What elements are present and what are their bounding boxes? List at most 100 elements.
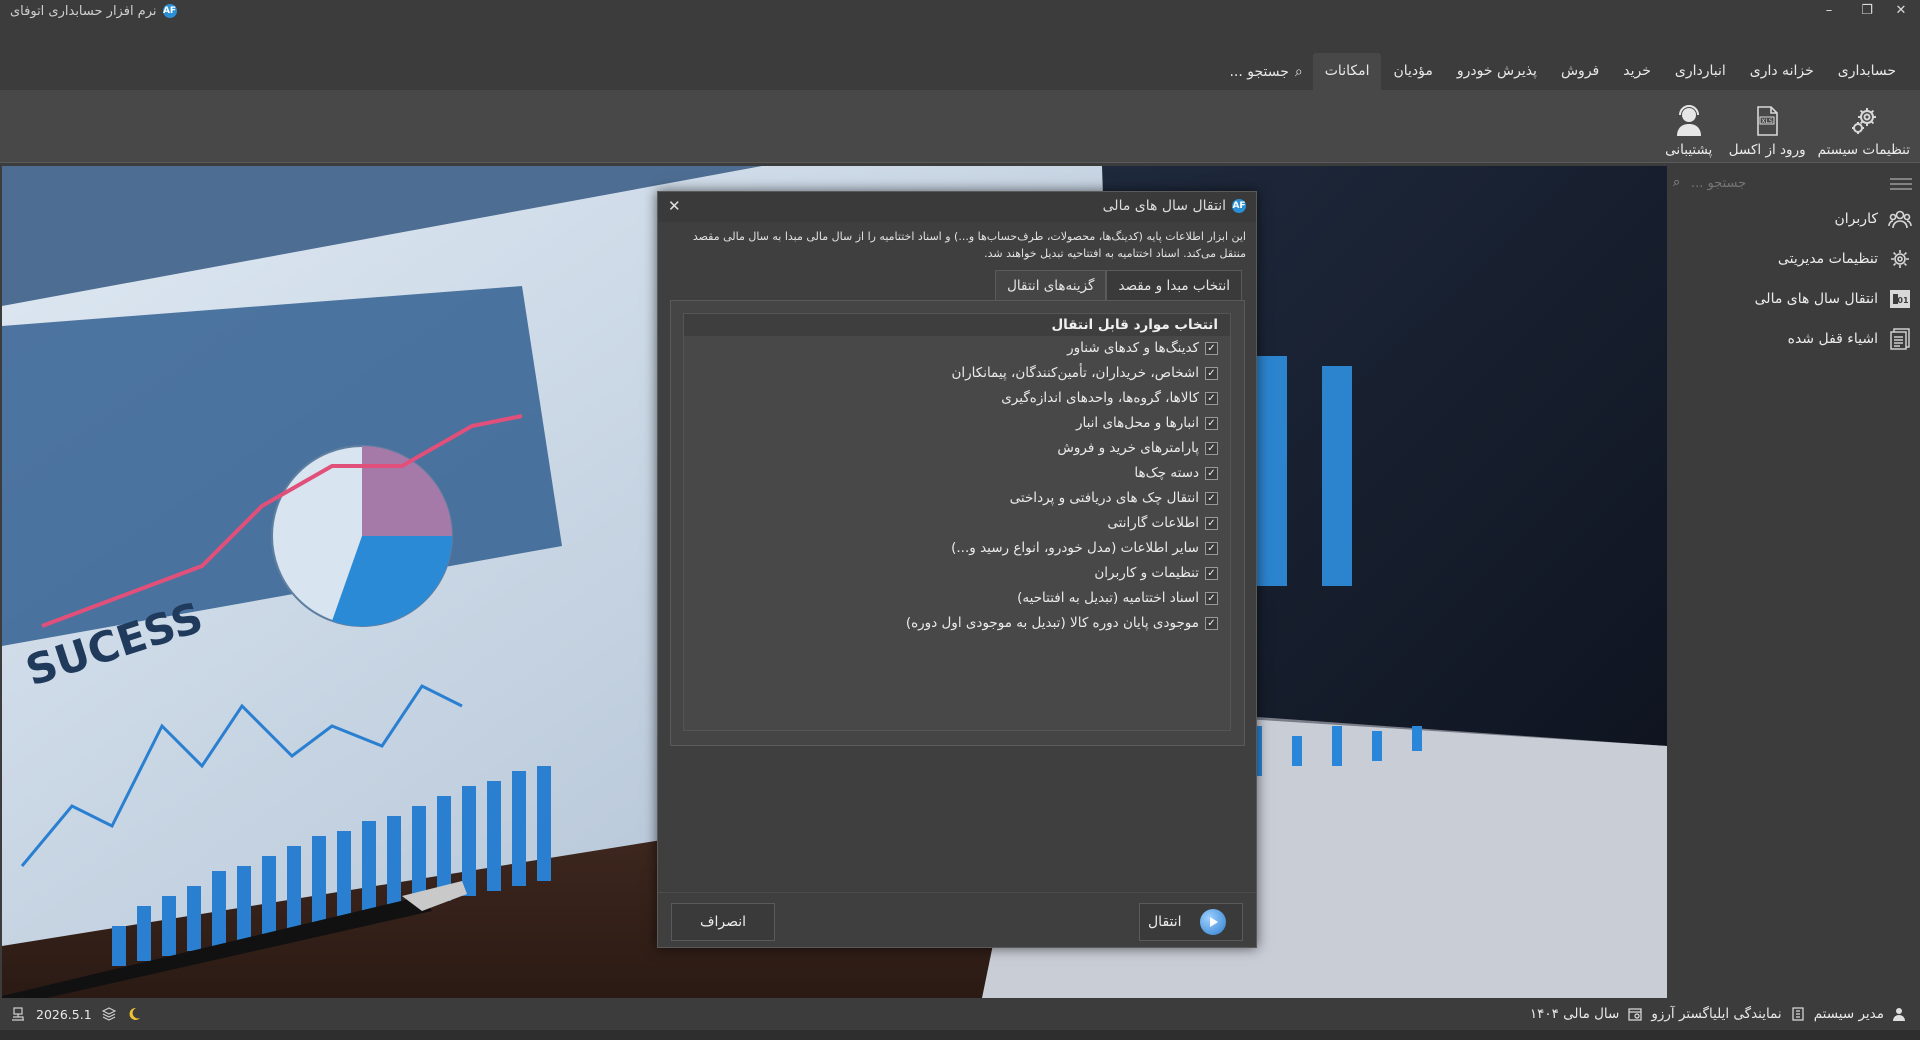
tab-source-destination[interactable]: انتخاب مبدا و مقصد [1106,270,1242,300]
checkbox[interactable]: ✓ [1205,391,1218,405]
tab-panel-transfer-options: انتخاب موارد قابل انتقال ✓ کدینگ‌ها و کد… [670,300,1245,746]
sidebar-item-locked-objects[interactable]: اشیاء قفل شده [1788,324,1912,354]
checkbox[interactable]: ✓ [1205,366,1218,380]
checkbox[interactable]: ✓ [1205,416,1218,430]
dialog-title-group: AF انتقال سال های مالی [1103,198,1246,214]
sidebar-item-label: کاربران [1834,211,1878,227]
tab-transfer-options[interactable]: گزینه‌های انتقال [995,270,1107,300]
list-item-goods[interactable]: ✓ کالاها، گروه‌ها، واحدهای اندازه‌گیری [1001,388,1218,408]
list-item-codings[interactable]: ✓ کدینگ‌ها و کدهای شناور [1067,338,1218,358]
menu-bar: حسابداری خزانه داری انبارداری خرید فروش … [0,53,1920,90]
status-right-group: مدیر سیستم نمایندگی ایلیاگستر آرزو سال م… [1530,998,1906,1030]
title-bar: AF نرم افزار حسابداری اتوفای – ❐ ✕ [0,0,1920,22]
checkbox[interactable]: ✓ [1205,516,1218,530]
checkbox[interactable]: ✓ [1205,591,1218,605]
list-item-purchase-sales-params[interactable]: ✓ پارامترهای خرید و فروش [1057,438,1218,458]
dialog-close-icon[interactable]: ✕ [668,197,681,215]
side-search: ⌕ [1667,171,1920,195]
list-item-cheques[interactable]: ✓ انتقال چک های دریافتی و پرداختی [1010,488,1218,508]
status-agency: نمایندگی ایلیاگستر آرزو [1651,1006,1782,1022]
checkbox[interactable]: ✓ [1205,466,1218,480]
svg-text:XLS: XLS [1762,118,1773,125]
checkbox[interactable]: ✓ [1205,341,1218,355]
minimize-button[interactable]: – [1812,1,1846,21]
list-item-label: اسناد اختتامیه (تبدیل به افتتاحیه) [1017,590,1199,606]
cancel-button[interactable]: انصراف [671,903,775,941]
dialog-tabs: انتخاب مبدا و مقصد گزینه‌های انتقال [995,270,1242,300]
list-item-label: دسته چک‌ها [1134,465,1199,481]
excel-import-button[interactable]: XLS ورود از اکسل [1727,96,1808,158]
network-icon[interactable] [10,1007,26,1021]
excel-file-icon: XLS [1757,106,1778,136]
menu-treasury[interactable]: خزانه داری [1738,53,1826,90]
menu-warehouse[interactable]: انبارداری [1663,53,1738,90]
hamburger-menu-icon[interactable] [1890,177,1912,191]
checkbox[interactable]: ✓ [1205,441,1218,455]
search-icon: ⌕ [1294,63,1303,80]
system-settings-button[interactable]: تنظیمات سیستم [1816,96,1912,158]
user-icon [1893,1008,1905,1021]
ribbon-buttons: تنظیمات سیستم XLS ورود از اکسل پشتیبانی [1659,96,1912,158]
support-button[interactable]: پشتیبانی [1659,96,1719,158]
list-item-persons[interactable]: ✓ اشخاص، خریداران، تأمین‌کنندگان، پیمانک… [951,363,1218,383]
menu-taxpayers[interactable]: مؤدیان [1381,53,1444,90]
bottom-strip [0,1030,1920,1040]
menu-vehicle-reception[interactable]: پذیرش خودرو [1445,53,1549,90]
search-icon: ⌕ [1673,175,1681,190]
app-title: نرم افزار حسابداری اتوفای [10,3,157,19]
list-header: انتخاب موارد قابل انتقال [684,314,1230,336]
sidebar-item-fiscal-transfer[interactable]: 01 انتقال سال های مالی [1755,284,1912,314]
dialog-logo-icon: AF [1232,199,1246,213]
list-item-settings-users[interactable]: ✓ تنظیمات و کاربران [1094,563,1218,583]
menu-facilities[interactable]: امکانات [1312,53,1382,90]
fiscal-transfer-dialog: AF انتقال سال های مالی ✕ این ابزار اطلاع… [657,191,1257,948]
support-label: پشتیبانی [1665,142,1713,158]
list-item-label: اطلاعات گارانتی [1107,515,1199,531]
list-item-other-info[interactable]: ✓ سایر اطلاعات (مدل خودرو، انواع رسید و.… [951,538,1218,558]
list-item-label: انتقال چک های دریافتی و پرداختی [1009,490,1199,506]
list-item-closing-documents[interactable]: ✓ اسناد اختتامیه (تبدیل به افتتاحیه) [1017,588,1218,608]
list-item-label: پارامترهای خرید و فروش [1057,440,1199,456]
side-panel: ⌕ کاربران تنظیمات مدیریتی 01 انتقال سا [1667,166,1920,998]
list-item-label: سایر اطلاعات (مدل خودرو، انواع رسید و...… [951,540,1199,556]
fiscal-transfer-icon: 01 [1890,290,1910,308]
list-item-checkbooks[interactable]: ✓ دسته چک‌ها [1134,463,1218,483]
list-item-warehouses[interactable]: ✓ انبارها و محل‌های انبار [1076,413,1218,433]
list-item-ending-inventory[interactable]: ✓ موجودی پایان دوره کالا (تبدیل به موجود… [906,613,1218,633]
list-item-warranty[interactable]: ✓ اطلاعات گارانتی [1107,513,1218,533]
support-person-icon [1676,105,1701,136]
svg-text:01: 01 [1897,296,1909,305]
menu-items: حسابداری خزانه داری انبارداری خرید فروش … [1219,53,1908,90]
checkbox[interactable]: ✓ [1205,616,1218,630]
menu-sales[interactable]: فروش [1549,53,1611,90]
sidebar-item-users[interactable]: کاربران [1835,204,1912,234]
close-button[interactable]: ✕ [1884,1,1918,21]
excel-import-label: ورود از اکسل [1728,142,1806,158]
locked-objects-icon [1890,328,1910,350]
menu-accounting[interactable]: حسابداری [1826,53,1908,90]
app-logo-icon: AF [162,4,177,18]
layers-icon[interactable] [101,1007,116,1021]
menu-purchase[interactable]: خرید [1611,53,1663,90]
app-title-group: AF نرم افزار حسابداری اتوفای [10,2,177,20]
building-icon [1792,1007,1804,1021]
transfer-button[interactable]: انتقال [1139,903,1243,941]
status-version: 2026.5.1 [36,1006,92,1022]
dialog-description: این ابزار اطلاعات پایه (کدینگ‌ها، محصولا… [692,230,1246,260]
sidebar-item-label: تنظیمات مدیریتی [1777,251,1878,267]
gear-icon [1851,108,1876,134]
ribbon: تنظیمات سیستم XLS ورود از اکسل پشتیبانی [0,90,1920,163]
sidebar-item-label: اشیاء قفل شده [1787,331,1878,347]
checkbox[interactable]: ✓ [1205,541,1218,555]
checkbox[interactable]: ✓ [1205,566,1218,580]
menu-search[interactable]: ⌕ جستجو ... [1219,53,1312,90]
restore-button[interactable]: ❐ [1850,1,1884,21]
status-bar: مدیر سیستم نمایندگی ایلیاگستر آرزو سال م… [0,998,1920,1030]
side-search-input[interactable] [1673,171,1873,195]
status-left-group: 2026.5.1 [10,998,142,1030]
calendar-icon [1628,1008,1642,1021]
moon-icon[interactable] [126,1006,142,1022]
checkbox[interactable]: ✓ [1205,491,1218,505]
list-item-label: تنظیمات و کاربران [1094,565,1199,581]
sidebar-item-admin-settings[interactable]: تنظیمات مدیریتی [1778,244,1912,274]
